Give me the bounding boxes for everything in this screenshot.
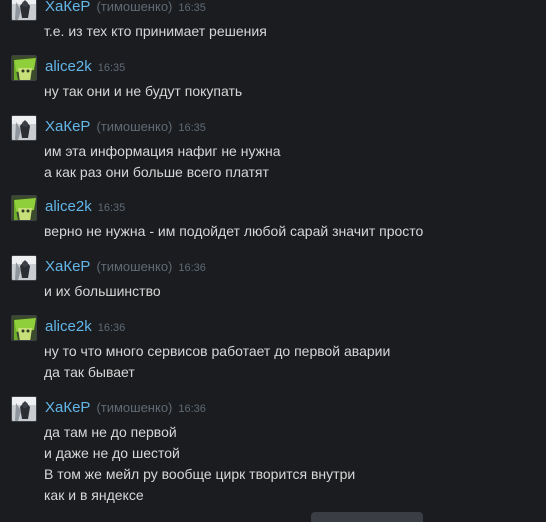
username[interactable]: ХаКеР [45,0,90,15]
timestamp: 16:35 [178,2,206,14]
timestamp: 16:36 [178,262,206,274]
message-header: ХаКеР (тимошенко) 16:35 [45,118,206,136]
user-alias: (тимошенко) [96,400,173,415]
timestamp: 16:35 [97,62,126,74]
timestamp: 16:35 [97,202,126,214]
message-text: ну то что много сервисов работает до пер… [44,343,391,359]
hacker-avatar-icon[interactable] [11,396,37,422]
hacker-avatar-icon[interactable] [11,255,37,281]
message-text: а как раз они больше всего платят [44,164,269,180]
message-header: alice2k 16:36 [45,318,125,336]
chat-log: ХаКеР (тимошенко) 16:35 т.е. из тех кто пр… [0,0,546,522]
message-text: как и в яндексе [44,487,144,503]
message-text: В том же мейл ру вообще цирк творится вн… [44,466,356,482]
alice-avatar-icon[interactable] [11,55,37,81]
message-header: alice2k 16:35 [45,198,125,216]
alice-avatar-icon[interactable] [11,315,37,341]
username[interactable]: ХаКеР [45,399,90,416]
alice-avatar-icon[interactable] [11,195,37,221]
timestamp: 16:35 [178,122,206,134]
message-header: ХаКеР (тимошенко) 16:35 [45,0,206,16]
message-text: ну так они и не будут покупать [44,83,243,99]
scrollbar-thumb[interactable] [311,512,423,522]
user-alias: (тимошенко) [96,119,173,134]
message-text: верно не нужна - им подойдет любой сарай… [44,223,424,239]
message-text: им эта информация нафиг не нужна [44,143,281,159]
username[interactable]: ХаКеР [45,118,90,135]
username[interactable]: ХаКеР [45,258,90,275]
message-text: т.е. из тех кто принимает решения [44,23,267,39]
message-header: ХаКеР (тимошенко) 16:36 [45,399,206,417]
hacker-avatar-icon[interactable] [11,115,37,141]
message-text: и даже не до шестой [44,445,180,461]
hacker-avatar-icon[interactable] [11,0,37,21]
message-text: да там не до первой [44,424,177,440]
user-alias: (тимошенко) [96,259,173,274]
message-text: и их большинство [44,283,161,299]
user-alias: (тимошенко) [96,0,173,14]
message-text: да так бывает [44,364,135,380]
message-header: alice2k 16:35 [45,58,125,76]
timestamp: 16:36 [97,322,126,334]
timestamp: 16:36 [178,403,206,415]
username[interactable]: alice2k [45,198,92,215]
message-header: ХаКеР (тимошенко) 16:36 [45,258,206,276]
username[interactable]: alice2k [45,318,92,335]
username[interactable]: alice2k [45,58,92,75]
